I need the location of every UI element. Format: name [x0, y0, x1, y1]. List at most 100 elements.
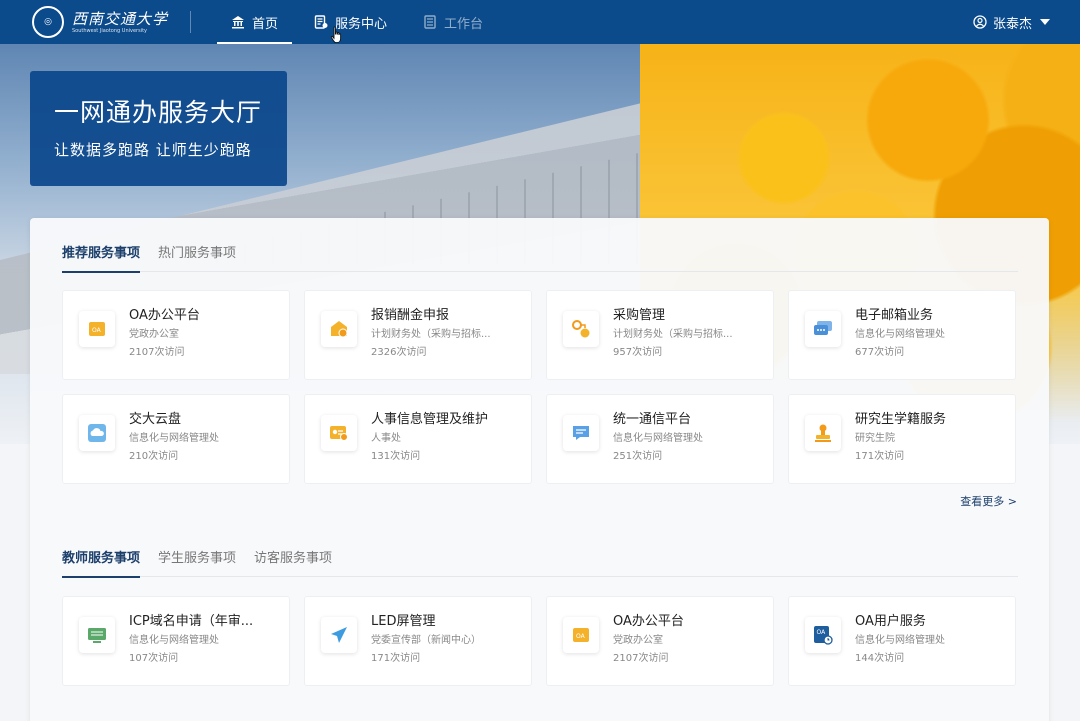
card-visits: 210次访问 — [129, 451, 179, 462]
service-icon — [314, 15, 328, 29]
card-icon-box — [321, 617, 357, 653]
card-title: 人事信息管理及维护 — [371, 412, 489, 427]
teacher-grid: ICP域名申请（年审... 信息化与网络管理处 107次访问 LED屏管理 党委… — [62, 596, 1016, 686]
bank-icon — [232, 16, 244, 29]
role-tabs: 教师服务事项 学生服务事项 访客服务事项 — [62, 541, 1018, 578]
view-more-link[interactable]: 查看更多 > — [960, 493, 1017, 509]
tab-visitor[interactable]: 访客服务事项 — [254, 541, 332, 577]
card-visits: 677次访问 — [855, 347, 905, 358]
oa-user-icon: OA — [814, 626, 833, 645]
card-dept: 计划财务处（采购与招标... — [613, 329, 733, 340]
card-title: 交大云盘 — [129, 412, 182, 427]
card-dept: 党委宣传部（新闻中心） — [371, 635, 481, 646]
card-title: 报销酬金申报 — [371, 308, 450, 323]
card-title: LED屏管理 — [371, 614, 436, 629]
tab-student[interactable]: 学生服务事项 — [158, 541, 236, 577]
procurement-icon — [572, 320, 590, 338]
card-visits: 131次访问 — [371, 451, 421, 462]
user-icon — [973, 15, 987, 29]
service-card[interactable]: OA OA办公平台 党政办公室 2107次访问 — [62, 290, 290, 380]
airplane-icon — [331, 627, 347, 643]
nav-service-center[interactable]: 服务中心 — [300, 0, 401, 44]
workbench-icon — [424, 15, 436, 29]
tab-popular[interactable]: 热门服务事项 — [158, 236, 236, 272]
personnel-icon — [330, 426, 348, 441]
logo-text: 西南交通大学 Southwest Jiaotong University — [72, 10, 168, 35]
user-menu[interactable]: 张泰杰 — [973, 0, 1050, 44]
recommended-grid: OA OA办公平台 党政办公室 2107次访问 报销酬金申报 计划财务处（采购与… — [62, 290, 1016, 484]
nav-home[interactable]: 首页 — [217, 0, 293, 44]
top-navbar: ◎ 西南交通大学 Southwest Jiaotong University 首… — [0, 0, 1080, 44]
svg-text:OA: OA — [92, 327, 102, 334]
card-icon-box — [321, 415, 357, 451]
oa-document-icon: OA — [89, 322, 105, 336]
card-title: 统一通信平台 — [613, 412, 692, 427]
card-dept: 党政办公室 — [613, 635, 663, 646]
tab-recommended[interactable]: 推荐服务事项 — [62, 236, 141, 273]
card-visits: 957次访问 — [613, 347, 663, 358]
card-icon-box — [563, 415, 599, 451]
logo-en: Southwest Jiaotong University — [72, 27, 148, 34]
card-visits: 171次访问 — [855, 451, 905, 462]
card-visits: 2107次访问 — [613, 653, 669, 664]
card-title: 研究生学籍服务 — [855, 412, 947, 427]
card-icon-box — [79, 617, 115, 653]
card-title: OA办公平台 — [613, 614, 684, 629]
card-icon-box — [805, 415, 841, 451]
card-title: 电子邮箱业务 — [855, 308, 934, 323]
card-title: OA用户服务 — [855, 614, 926, 629]
service-card[interactable]: 研究生学籍服务 研究生院 171次访问 — [788, 394, 1016, 484]
recommended-tabs: 推荐服务事项 热门服务事项 — [62, 236, 1018, 273]
banner-subtitle: 让数据多跑路 让师生少跑路 — [54, 141, 252, 159]
card-dept: 信息化与网络管理处 — [129, 433, 219, 444]
card-dept: 信息化与网络管理处 — [855, 635, 945, 646]
card-title: 采购管理 — [613, 308, 666, 323]
service-card[interactable]: 报销酬金申报 计划财务处（采购与招标... 2326次访问 — [304, 290, 532, 380]
card-dept: 人事处 — [371, 433, 401, 444]
card-icon-box: OA — [805, 617, 841, 653]
tab-teacher[interactable]: 教师服务事项 — [62, 541, 141, 578]
user-name: 张泰杰 — [992, 16, 1032, 32]
reimbursement-icon — [331, 321, 348, 338]
chat-mail-icon — [814, 321, 832, 335]
service-card[interactable]: OA OA办公平台 党政办公室 2107次访问 — [546, 596, 774, 686]
seal-icon: ◎ — [32, 6, 64, 38]
services-panel: 推荐服务事项 热门服务事项 OA OA办公平台 党政办公室 2107次访问 报销… — [30, 218, 1049, 721]
card-icon-box — [321, 311, 357, 347]
card-dept: 计划财务处（采购与招标... — [371, 329, 491, 340]
card-dept: 党政办公室 — [129, 329, 179, 340]
card-title: OA办公平台 — [129, 308, 200, 323]
service-card[interactable]: 统一通信平台 信息化与网络管理处 251次访问 — [546, 394, 774, 484]
card-dept: 信息化与网络管理处 — [129, 635, 219, 646]
card-icon-box — [79, 415, 115, 451]
card-icon-box — [805, 311, 841, 347]
card-visits: 171次访问 — [371, 653, 421, 664]
card-icon-box: OA — [79, 311, 115, 347]
svg-text:OA: OA — [817, 629, 827, 636]
service-card[interactable]: 采购管理 计划财务处（采购与招标... 957次访问 — [546, 290, 774, 380]
stamp-icon — [815, 424, 831, 442]
card-title: ICP域名申请（年审... — [129, 614, 254, 629]
service-card[interactable]: 电子邮箱业务 信息化与网络管理处 677次访问 — [788, 290, 1016, 380]
service-card[interactable]: 人事信息管理及维护 人事处 131次访问 — [304, 394, 532, 484]
card-visits: 2326次访问 — [371, 347, 427, 358]
nav-workbench[interactable]: 工作台 — [409, 0, 497, 44]
service-card[interactable]: 交大云盘 信息化与网络管理处 210次访问 — [62, 394, 290, 484]
card-icon-box — [563, 311, 599, 347]
card-dept: 信息化与网络管理处 — [855, 329, 945, 340]
card-dept: 信息化与网络管理处 — [613, 433, 703, 444]
cloud-icon — [88, 424, 106, 442]
hero-banner: 一网通办服务大厅 让数据多跑路 让师生少跑路 — [30, 71, 287, 186]
service-card[interactable]: ICP域名申请（年审... 信息化与网络管理处 107次访问 — [62, 596, 290, 686]
card-visits: 251次访问 — [613, 451, 663, 462]
nav-divider — [190, 11, 191, 33]
banner-title: 一网通办服务大厅 — [54, 98, 263, 127]
oa-document-icon: OA — [573, 628, 589, 642]
card-visits: 2107次访问 — [129, 347, 185, 358]
service-card[interactable]: LED屏管理 党委宣传部（新闻中心） 171次访问 — [304, 596, 532, 686]
monitor-icon — [88, 628, 106, 643]
university-logo[interactable]: ◎ 西南交通大学 Southwest Jiaotong University — [32, 2, 172, 42]
service-card[interactable]: OA OA用户服务 信息化与网络管理处 144次访问 — [788, 596, 1016, 686]
card-visits: 107次访问 — [129, 653, 179, 664]
logo-cn: 西南交通大学 — [72, 9, 169, 28]
